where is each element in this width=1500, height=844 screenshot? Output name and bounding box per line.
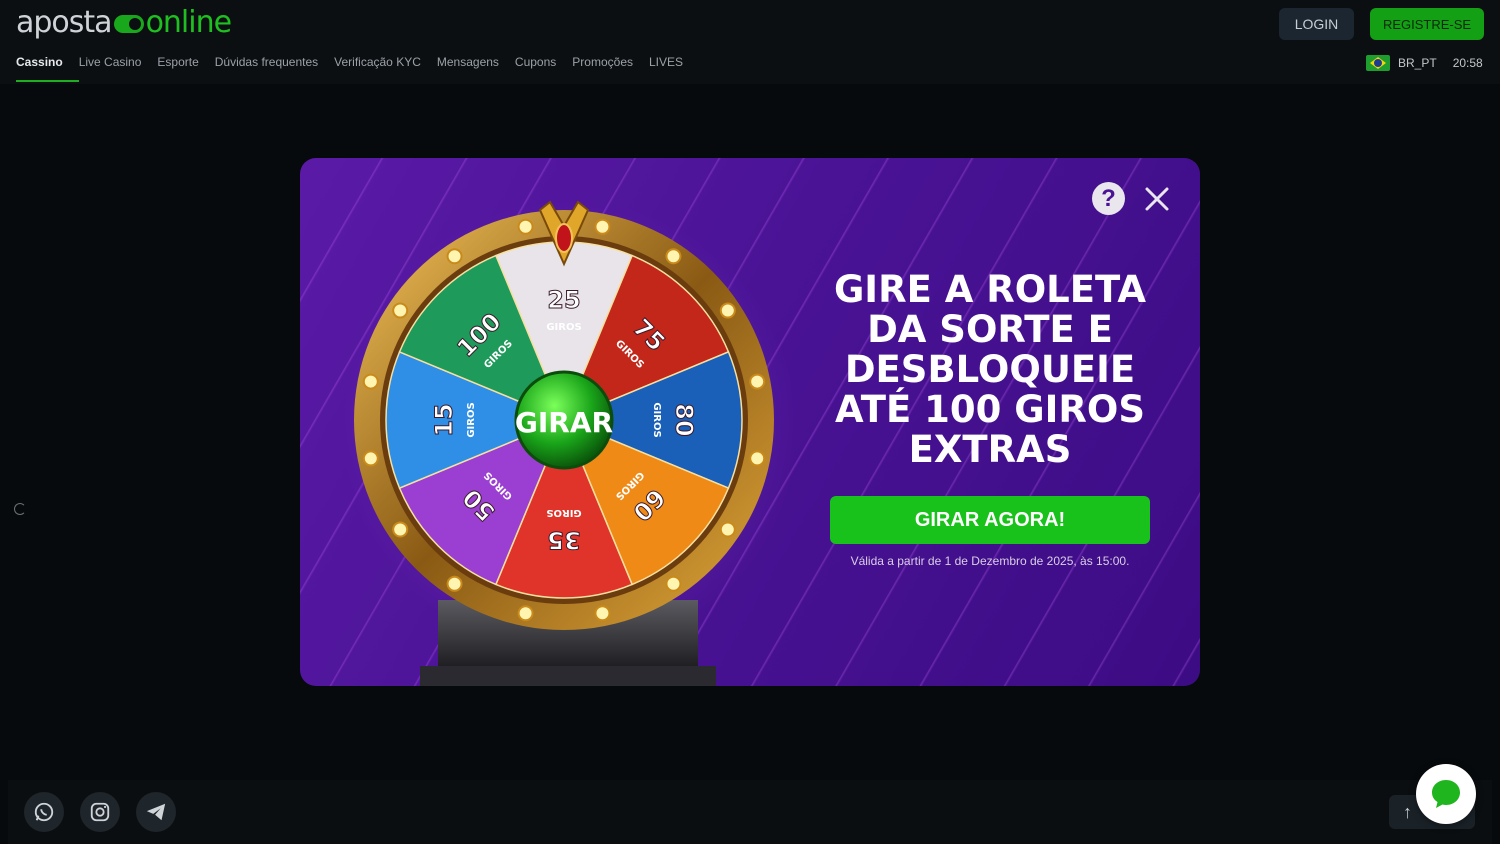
site-header: aposta online LOGIN REGISTRE-SE Cassino …	[0, 0, 1500, 84]
chat-button[interactable]	[1416, 764, 1476, 824]
help-question-icon[interactable]: ?	[1092, 182, 1125, 215]
nav-item-duvidas[interactable]: Dúvidas frequentes	[215, 55, 318, 82]
nav-item-live-casino[interactable]: Live Casino	[79, 55, 142, 82]
girar-agora-button[interactable]: GIRAR AGORA!	[830, 496, 1150, 544]
nav-item-mensagens[interactable]: Mensagens	[437, 55, 499, 82]
telegram-icon[interactable]	[136, 792, 176, 832]
wheel-bulb	[392, 521, 409, 538]
promo-title-line: DESBLOQUEIE	[844, 348, 1136, 391]
instagram-icon[interactable]	[80, 792, 120, 832]
validity-note: Válida a partir de 1 de Dezembro de 2025…	[850, 554, 1130, 568]
wheel-bulb	[392, 302, 409, 319]
wheel-segment-unit: GIROS	[546, 507, 581, 518]
register-button[interactable]: REGISTRE-SE	[1370, 8, 1484, 40]
wheel-bulb	[719, 302, 736, 319]
wheel-bulb	[362, 450, 379, 467]
wheel-bulb	[749, 450, 766, 467]
wheel-bulb	[446, 575, 463, 592]
prize-wheel[interactable]: 25GIROS 75GIROS80GIROS60GIROS35GIROS50GIR…	[350, 180, 780, 686]
wheel-bulb	[665, 248, 682, 265]
wheel-bulb	[446, 248, 463, 265]
wheel-segment-value: 25	[547, 286, 580, 314]
wheel-segment-unit: GIROS	[651, 402, 662, 437]
wheel-bulb	[594, 218, 611, 235]
whatsapp-icon[interactable]	[24, 792, 64, 832]
spin-wheel-modal: 25 GIROS 75 GIROS 80 GIROS 60 GIROS 35 GIROS 50 GIR…	[300, 158, 1200, 686]
promo-title-line: EXTRAS	[908, 428, 1072, 471]
nav-item-lives[interactable]: LIVES	[649, 55, 683, 82]
nav-item-cassino[interactable]: Cassino	[16, 55, 79, 82]
wheel-stand-base	[420, 666, 716, 686]
logo-toggle-icon	[113, 15, 144, 33]
wheel-bulb	[362, 373, 379, 390]
girar-center-label: GIRAR	[515, 406, 613, 439]
promo-title-line: DA SORTE E	[867, 308, 1113, 351]
clock-time: 20:58	[1452, 56, 1483, 70]
wheel-bulb	[517, 605, 534, 622]
site-footer: ↑	[8, 780, 1492, 844]
nav-item-kyc[interactable]: Verificação KYC	[334, 55, 421, 82]
wheel-segment-unit: GIROS	[466, 402, 477, 437]
wheel-bulb	[719, 521, 736, 538]
brazil-flag-icon	[1366, 55, 1390, 71]
wheel-bulb	[594, 605, 611, 622]
promo-title-line: ATÉ 100 GIROS	[834, 388, 1145, 431]
promo-title-line: GIRE A ROLETA	[833, 268, 1147, 311]
wheel-segment-unit: GIROS	[546, 322, 581, 333]
wheel-bulb	[517, 218, 534, 235]
promo-title: GIRE A ROLETA DA SORTE E DESBLOQUEIE ATÉ…	[820, 270, 1160, 470]
nav-item-promocoes[interactable]: Promoções	[572, 55, 633, 82]
chat-bubble-icon	[1432, 780, 1460, 808]
wheel-bulb	[749, 373, 766, 390]
nav-item-esporte[interactable]: Esporte	[157, 55, 198, 82]
main-nav: Cassino Live Casino Esporte Dúvidas freq…	[16, 55, 683, 82]
close-icon[interactable]	[1142, 184, 1172, 214]
login-button[interactable]: LOGIN	[1279, 8, 1354, 40]
wheel-segment-value: 80	[670, 403, 698, 436]
logo-text-aposta: aposta	[16, 4, 113, 40]
nav-item-cupons[interactable]: Cupons	[515, 55, 556, 82]
wheel-segment-value: 15	[430, 403, 458, 436]
locale-selector[interactable]: BR_PT 20:58	[1366, 55, 1483, 71]
logo-text-online: online	[145, 4, 233, 40]
site-logo[interactable]: aposta online	[16, 4, 233, 40]
locale-label: BR_PT	[1398, 56, 1437, 70]
wheel-bulb	[665, 575, 682, 592]
wheel-segment-value: 35	[547, 526, 580, 554]
wheel-pointer-gem	[555, 223, 573, 253]
loading-spinner-icon	[14, 503, 26, 515]
